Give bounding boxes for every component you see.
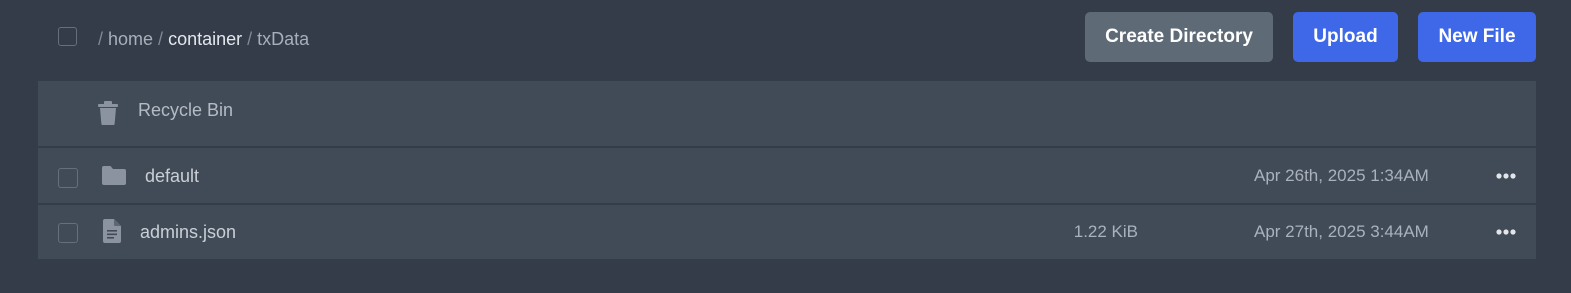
more-options-icon[interactable] <box>1495 225 1517 239</box>
breadcrumb-separator: / <box>247 29 253 49</box>
file-name[interactable]: default <box>145 165 199 187</box>
row-checkbox[interactable] <box>58 168 78 188</box>
new-file-button[interactable]: New File <box>1418 12 1536 62</box>
breadcrumb-separator: / <box>158 29 164 49</box>
recycle-bin-row[interactable]: Recycle Bin <box>38 81 1536 146</box>
trash-icon <box>98 101 118 125</box>
upload-button[interactable]: Upload <box>1293 12 1398 62</box>
breadcrumb-item-home[interactable]: home <box>108 29 153 49</box>
file-icon <box>103 219 121 243</box>
row-checkbox[interactable] <box>58 223 78 243</box>
file-modified-date: Apr 26th, 2025 1:34AM <box>1254 166 1429 185</box>
breadcrumb-separator: / <box>98 29 104 49</box>
breadcrumb-item-current: txData <box>257 29 310 49</box>
recycle-bin-label: Recycle Bin <box>138 100 234 120</box>
select-all-checkbox[interactable] <box>58 27 77 46</box>
file-size: 1.22 KiB <box>1073 222 1138 241</box>
file-modified-date: Apr 27th, 2025 3:44AM <box>1254 222 1429 241</box>
file-row[interactable]: default Apr 26th, 2025 1:34AM <box>38 148 1536 203</box>
breadcrumb-item-container[interactable]: container <box>168 29 242 49</box>
create-directory-button[interactable]: Create Directory <box>1085 12 1273 62</box>
more-options-icon[interactable] <box>1495 169 1517 183</box>
breadcrumb: / home / container / txData <box>98 28 309 50</box>
file-name[interactable]: admins.json <box>140 221 236 243</box>
file-manager-header: / home / container / txData Create Directory … <box>0 0 1571 76</box>
folder-icon <box>102 166 126 185</box>
file-row[interactable]: admins.json 1.22 KiB Apr 27th, 2025 3:44… <box>38 205 1536 259</box>
